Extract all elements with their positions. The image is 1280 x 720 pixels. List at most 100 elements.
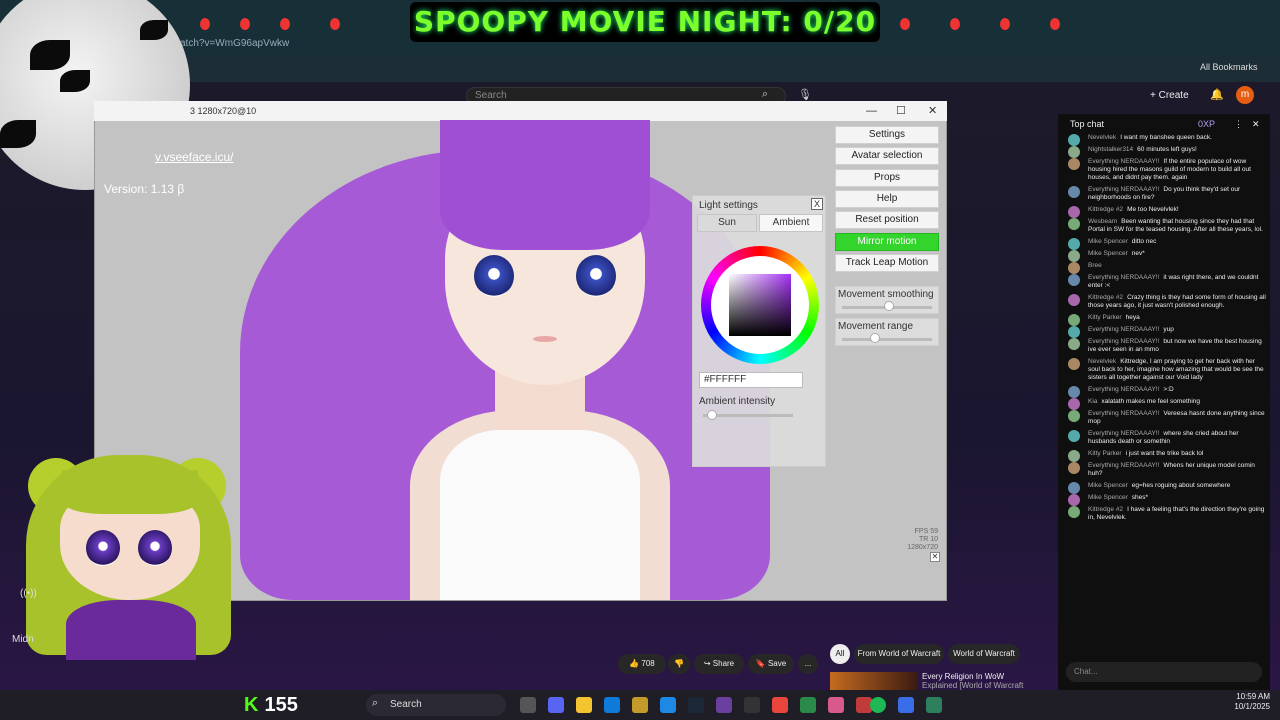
taskbar-clock[interactable]: 10:59 AM 10/1/2025 bbox=[1200, 692, 1270, 712]
props-button[interactable]: Props bbox=[835, 169, 939, 187]
chat-username[interactable]: Everything NERDAAAY!! bbox=[1088, 410, 1159, 417]
chat-avatar[interactable] bbox=[1068, 494, 1080, 506]
ambient-tab[interactable]: Ambient bbox=[759, 214, 823, 232]
chat-avatar[interactable] bbox=[1068, 250, 1080, 262]
sun-tab[interactable]: Sun bbox=[697, 214, 757, 232]
more-actions-button[interactable]: ... bbox=[798, 654, 818, 674]
task-view-icon[interactable] bbox=[520, 697, 536, 713]
chat-username[interactable]: Nevelvlek bbox=[1088, 134, 1116, 141]
chat-username[interactable]: Kittredge #2 bbox=[1088, 506, 1123, 513]
avatar-selection-button[interactable]: Avatar selection bbox=[835, 147, 939, 165]
chat-avatar[interactable] bbox=[1068, 430, 1080, 442]
chat-username[interactable]: Everything NERDAAAY!! bbox=[1088, 338, 1159, 345]
chat-username[interactable]: Wesbeam bbox=[1088, 218, 1117, 225]
chat-avatar[interactable] bbox=[1068, 410, 1080, 422]
hex-color-input[interactable]: #FFFFFF bbox=[699, 372, 803, 388]
spotify-icon[interactable] bbox=[870, 697, 886, 713]
app-w-icon[interactable] bbox=[716, 697, 732, 713]
chat-avatar[interactable] bbox=[1068, 262, 1080, 274]
filter-chip-wow[interactable]: World of Warcraft bbox=[948, 644, 1020, 664]
movement-range-thumb[interactable] bbox=[870, 333, 880, 343]
fps-close-icon[interactable]: ✕ bbox=[930, 552, 940, 562]
chat-avatar[interactable] bbox=[1068, 314, 1080, 326]
chat-avatar[interactable] bbox=[1068, 482, 1080, 494]
chat-avatar[interactable] bbox=[1068, 450, 1080, 462]
obs-icon[interactable] bbox=[744, 697, 760, 713]
app-icon[interactable] bbox=[800, 697, 816, 713]
chat-input[interactable]: Chat... bbox=[1066, 662, 1262, 682]
chat-avatar[interactable] bbox=[1068, 338, 1080, 350]
chat-avatar[interactable] bbox=[1068, 506, 1080, 518]
track-leap-motion-button[interactable]: Track Leap Motion bbox=[835, 254, 939, 272]
maximize-icon[interactable]: ☐ bbox=[896, 101, 906, 121]
discord-icon[interactable] bbox=[548, 697, 564, 713]
chat-avatar[interactable] bbox=[1068, 206, 1080, 218]
app-icon[interactable] bbox=[898, 697, 914, 713]
chat-username[interactable]: Everything NERDAAAY!! bbox=[1088, 274, 1159, 281]
chat-avatar[interactable] bbox=[1068, 186, 1080, 198]
filter-chip-all[interactable]: All bbox=[830, 644, 850, 664]
chat-avatar[interactable] bbox=[1068, 462, 1080, 474]
create-button[interactable]: + Create bbox=[1150, 86, 1200, 106]
chat-username[interactable]: Mike Spencer bbox=[1088, 482, 1128, 489]
chat-avatar[interactable] bbox=[1068, 358, 1080, 370]
chrome-icon[interactable] bbox=[772, 697, 788, 713]
chat-username[interactable]: Mike Spencer bbox=[1088, 250, 1128, 257]
chat-username[interactable]: Everything NERDAAAY!! bbox=[1088, 386, 1159, 393]
dislike-button[interactable]: 👎 bbox=[668, 654, 690, 674]
chat-username[interactable]: Bree bbox=[1088, 262, 1102, 269]
chat-username[interactable]: Kitty Parker bbox=[1088, 450, 1122, 457]
chat-username[interactable]: Everything NERDAAAY!! bbox=[1088, 462, 1159, 469]
chat-username[interactable]: Nightstalker314 bbox=[1088, 146, 1133, 153]
reset-position-button[interactable]: Reset position bbox=[835, 211, 939, 229]
vseeface-title-bar[interactable]: 3 1280x720@10 — ☐ ✕ bbox=[94, 101, 947, 121]
close-icon[interactable]: ✕ bbox=[928, 101, 937, 121]
ambient-intensity-thumb[interactable] bbox=[707, 410, 717, 420]
light-settings-close-button[interactable]: X bbox=[811, 198, 823, 210]
chat-username[interactable]: Kitty Parker bbox=[1088, 314, 1122, 321]
chat-avatar[interactable] bbox=[1068, 146, 1080, 158]
chat-avatar[interactable] bbox=[1068, 294, 1080, 306]
next-video-thumbnail[interactable] bbox=[830, 672, 918, 692]
chat-username[interactable]: Everything NERDAAAY!! bbox=[1088, 158, 1159, 165]
account-avatar[interactable]: m bbox=[1236, 86, 1254, 104]
edge-icon[interactable] bbox=[604, 697, 620, 713]
points-badge[interactable]: 0XP bbox=[1198, 114, 1215, 134]
like-button[interactable]: 👍 708 bbox=[618, 654, 666, 674]
vseeface-url-link[interactable]: v.vseeface.icu/ bbox=[155, 150, 233, 164]
chat-username[interactable]: Mike Spencer bbox=[1088, 238, 1128, 245]
chat-username[interactable]: Mike Spencer bbox=[1088, 494, 1128, 501]
app-icon[interactable] bbox=[828, 697, 844, 713]
chat-avatar[interactable] bbox=[1068, 398, 1080, 410]
chat-username[interactable]: Everything NERDAAAY!! bbox=[1088, 326, 1159, 333]
chat-username[interactable]: Kittredge #2 bbox=[1088, 206, 1123, 213]
help-button[interactable]: Help bbox=[835, 190, 939, 208]
all-bookmarks-link[interactable]: All Bookmarks bbox=[1200, 58, 1280, 76]
microphone-icon[interactable]: 🎙 bbox=[798, 88, 812, 101]
chat-avatar[interactable] bbox=[1068, 158, 1080, 170]
next-video-title[interactable]: Every Religion In WoW Explained [World o… bbox=[922, 672, 1042, 690]
settings-button[interactable]: Settings bbox=[835, 126, 939, 144]
chat-username[interactable]: Kia bbox=[1088, 398, 1097, 405]
search-icon[interactable]: ⌕ bbox=[762, 88, 768, 101]
movement-smoothing-thumb[interactable] bbox=[884, 301, 895, 311]
top-chat-dropdown[interactable]: Top chat bbox=[1070, 114, 1104, 134]
mirror-motion-toggle[interactable]: Mirror motion bbox=[835, 233, 939, 251]
chat-avatar[interactable] bbox=[1068, 238, 1080, 250]
more-options-icon[interactable]: ⋮ bbox=[1234, 114, 1243, 134]
steam-icon[interactable] bbox=[688, 697, 704, 713]
minimize-icon[interactable]: — bbox=[866, 101, 877, 121]
filter-chip-from-wow[interactable]: From World of Warcraft bbox=[854, 644, 944, 664]
share-button[interactable]: ↪ Share bbox=[694, 654, 744, 674]
file-explorer-icon[interactable] bbox=[576, 697, 592, 713]
saturation-value-square[interactable] bbox=[729, 274, 791, 336]
battlenet-icon[interactable] bbox=[660, 697, 676, 713]
chat-username[interactable]: Kittredge #2 bbox=[1088, 294, 1123, 301]
notifications-icon[interactable]: 🔔 bbox=[1210, 88, 1224, 101]
vseeface-taskbar-icon[interactable] bbox=[926, 697, 942, 713]
chat-avatar[interactable] bbox=[1068, 274, 1080, 286]
chat-username[interactable]: Nevelvlek bbox=[1088, 358, 1116, 365]
chat-avatar[interactable] bbox=[1068, 386, 1080, 398]
chat-avatar[interactable] bbox=[1068, 218, 1080, 230]
chat-avatar[interactable] bbox=[1068, 326, 1080, 338]
